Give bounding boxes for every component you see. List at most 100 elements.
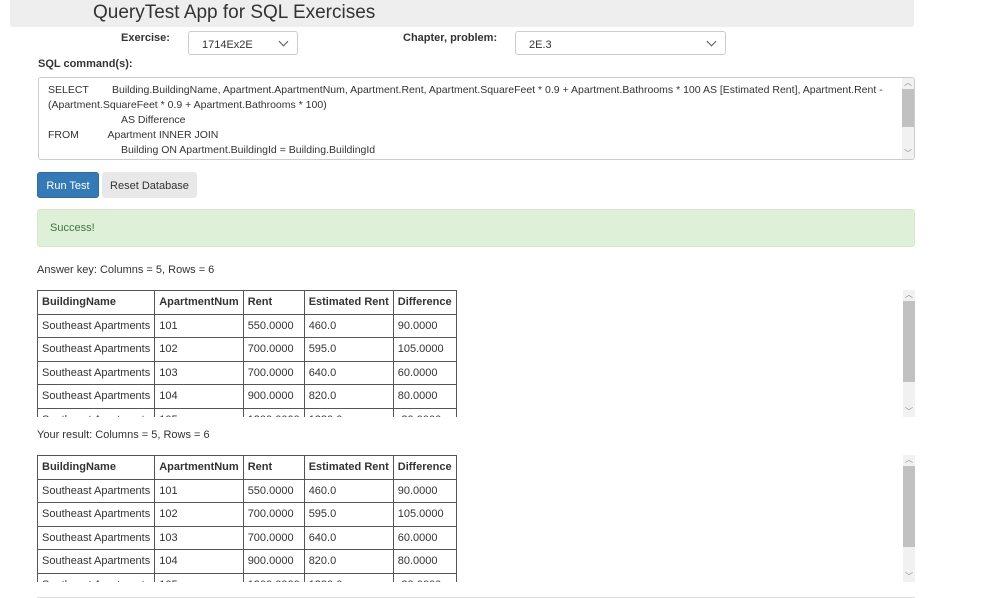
table-row: Southeast Apartments 103 700.0000 640.0 … [37,525,457,550]
column-header: BuildingName [37,455,156,480]
table-cell: 1200.0000 [242,572,305,582]
your-result-caption: Your result: Columns = 5, Rows = 6 [37,429,210,441]
table-cell: 105.0000 [392,502,457,527]
exercise-label: Exercise: [121,32,170,44]
table-row: Southeast Apartments 102 700.0000 595.0 … [37,337,457,362]
scroll-up-arrow-icon[interactable]: ︿ [902,78,914,88]
table-cell: 640.0 [303,360,394,385]
scroll-down-arrow-icon[interactable]: ﹀ [903,407,915,417]
table-cell: 900.0000 [242,549,305,574]
table-cell: 103 [154,360,244,385]
sql-scrollbar[interactable]: ︿ ﹀ [902,78,914,159]
table-cell: 460.0 [303,478,394,503]
table-row: Southeast Apartments 101 550.0000 460.0 … [37,313,457,338]
table-cell: 700.0000 [242,502,305,527]
table-cell: 102 [154,337,244,362]
table-cell: 105 [154,407,244,417]
sql-scroll-thumb[interactable] [902,89,914,127]
scroll-down-arrow-icon[interactable]: ﹀ [902,149,914,159]
success-message: Success! [50,222,95,234]
sql-text: SELECT Building.BuildingName, Apartment.… [48,84,883,156]
answer-key-scrollbar[interactable]: ︿ ﹀ [903,290,915,417]
table-cell: 550.0000 [242,313,305,338]
table-cell: 1280.0 [303,407,394,417]
table-row: Southeast Apartments 105 1200.0000 1280.… [37,572,457,582]
table-cell: 700.0000 [242,525,305,550]
table-cell: 550.0000 [242,478,305,503]
table-cell: -80.0000 [392,572,457,582]
table-cell: 105 [154,572,244,582]
exercise-select-value: 1714Ex2E [202,39,253,51]
table-cell: 102 [154,502,244,527]
chapter-label: Chapter, problem: [403,32,498,44]
scroll-down-arrow-icon[interactable]: ﹀ [903,572,915,582]
sql-label: SQL command(s): [38,58,133,70]
table-cell: 103 [154,525,244,550]
app-title: QueryTest App for SQL Exercises [93,2,376,23]
table-cell: 80.0000 [392,384,457,409]
table-cell: Southeast Apartments [37,407,156,417]
table-cell: Southeast Apartments [37,478,156,503]
chapter-select-value: 2E.3 [529,39,552,51]
table-cell: 104 [154,384,244,409]
chevron-down-icon [278,36,289,47]
table-cell: Southeast Apartments [37,525,156,550]
table-cell: 101 [154,478,244,503]
column-header: BuildingName [37,290,156,315]
table-cell: 700.0000 [242,337,305,362]
answer-key-panel: BuildingName ApartmentNum Rent Estimated… [37,290,915,417]
chapter-select[interactable]: 2E.3 [515,31,726,55]
table-row: Southeast Apartments 101 550.0000 460.0 … [37,478,457,503]
reset-database-button[interactable]: Reset Database [102,172,197,198]
exercise-select[interactable]: 1714Ex2E [188,31,298,55]
table-cell: Southeast Apartments [37,384,156,409]
column-header: Difference [392,290,457,315]
table-cell: 1280.0 [303,572,394,582]
column-header: Estimated Rent [303,455,394,480]
your-result-table: BuildingName ApartmentNum Rent Estimated… [37,455,457,582]
table-cell: 595.0 [303,502,394,527]
column-header: Estimated Rent [303,290,394,315]
table-cell: Southeast Apartments [37,572,156,582]
table-cell: 640.0 [303,525,394,550]
header-bar: QueryTest App for SQL Exercises [10,0,914,27]
table-cell: 105.0000 [392,337,457,362]
your-result-scroll-thumb[interactable] [903,466,915,547]
table-cell: 820.0 [303,384,394,409]
table-cell: Southeast Apartments [37,337,156,362]
table-cell: Southeast Apartments [37,549,156,574]
scroll-up-arrow-icon[interactable]: ︿ [903,455,915,465]
table-cell: Southeast Apartments [37,360,156,385]
scroll-up-arrow-icon[interactable]: ︿ [903,290,915,300]
table-row: Southeast Apartments 102 700.0000 595.0 … [37,502,457,527]
table-cell: 104 [154,549,244,574]
table-cell: Southeast Apartments [37,502,156,527]
answer-key-scroll-thumb[interactable] [903,301,915,382]
column-header: Rent [242,455,305,480]
table-row: Southeast Apartments 105 1200.0000 1280.… [37,407,457,417]
table-cell: 101 [154,313,244,338]
your-result-scrollbar[interactable]: ︿ ﹀ [903,455,915,582]
column-header: ApartmentNum [154,455,244,480]
your-result-panel: BuildingName ApartmentNum Rent Estimated… [37,455,915,582]
table-cell: 460.0 [303,313,394,338]
table-header-row: BuildingName ApartmentNum Rent Estimated… [37,290,457,315]
table-cell: 60.0000 [392,525,457,550]
run-test-button[interactable]: Run Test [37,172,99,198]
table-cell: 90.0000 [392,313,457,338]
table-cell: 1200.0000 [242,407,305,417]
column-header: Difference [392,455,457,480]
table-row: Southeast Apartments 104 900.0000 820.0 … [37,549,457,574]
table-header-row: BuildingName ApartmentNum Rent Estimated… [37,455,457,480]
success-alert: Success! [37,209,915,247]
sql-textarea[interactable]: SELECT Building.BuildingName, Apartment.… [38,77,915,160]
table-cell: 80.0000 [392,549,457,574]
answer-key-table: BuildingName ApartmentNum Rent Estimated… [37,290,457,417]
table-cell: Southeast Apartments [37,313,156,338]
table-cell: 900.0000 [242,384,305,409]
table-cell: 700.0000 [242,360,305,385]
chevron-down-icon [706,36,717,47]
table-row: Southeast Apartments 103 700.0000 640.0 … [37,360,457,385]
table-row: Southeast Apartments 104 900.0000 820.0 … [37,384,457,409]
table-cell: 595.0 [303,337,394,362]
